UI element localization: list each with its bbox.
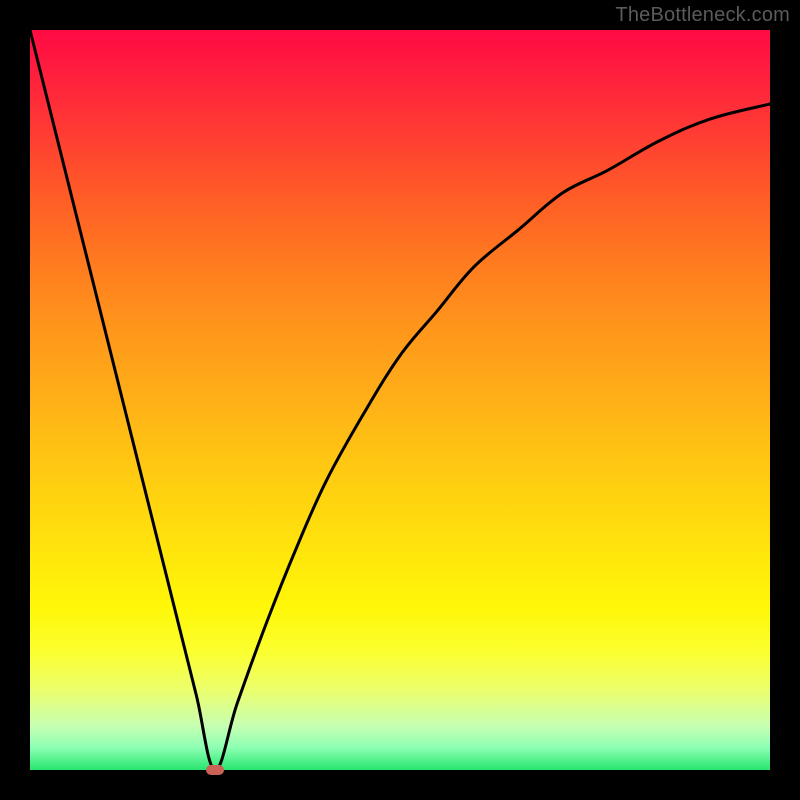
- watermark-text: TheBottleneck.com: [615, 4, 790, 27]
- curve-svg: [30, 30, 770, 770]
- marker-dot: [206, 765, 224, 775]
- bottleneck-curve: [30, 30, 770, 770]
- chart-frame: TheBottleneck.com: [0, 0, 800, 800]
- plot-area: [30, 30, 770, 770]
